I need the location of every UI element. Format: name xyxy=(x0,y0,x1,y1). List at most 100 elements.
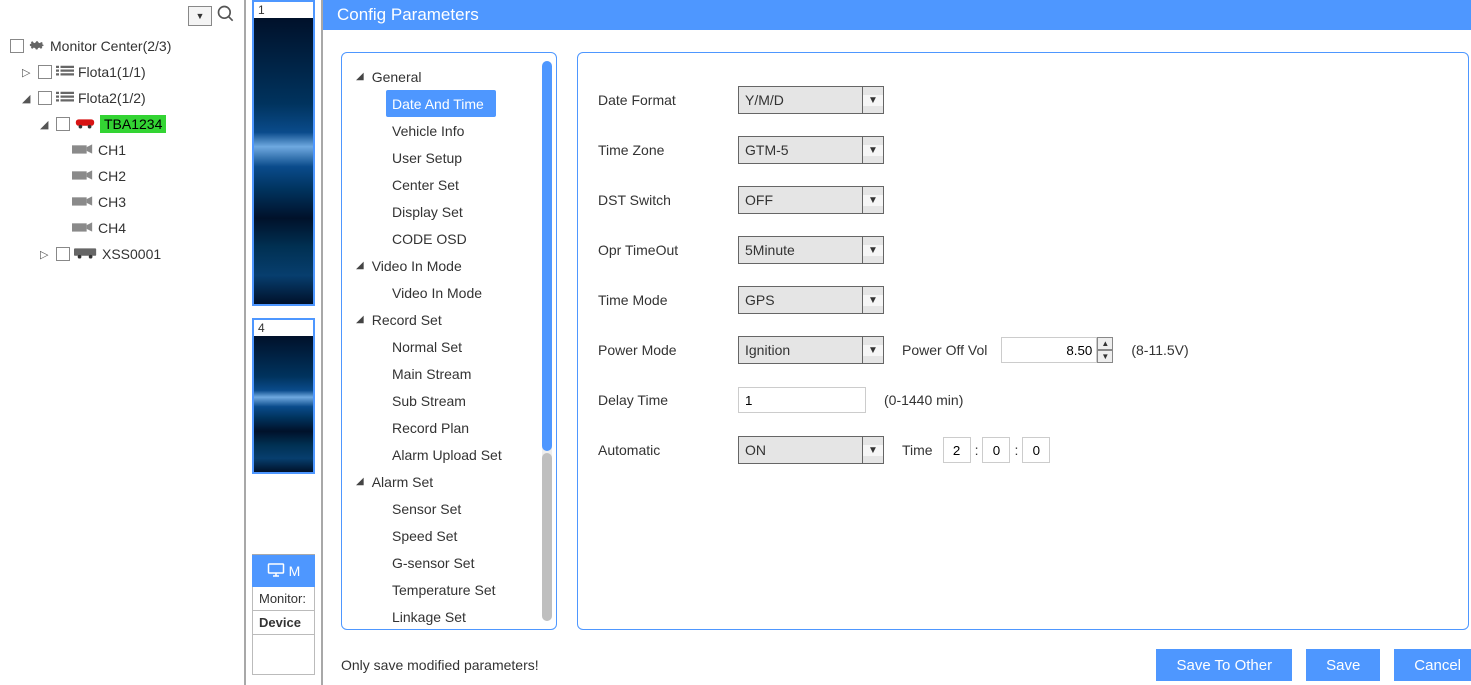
thumbnail[interactable]: 1 xyxy=(252,0,315,306)
checkbox[interactable] xyxy=(56,247,70,261)
search-icon[interactable] xyxy=(216,4,236,27)
label-power-off-vol: Power Off Vol xyxy=(902,342,987,358)
tree-root[interactable]: Monitor Center(2/3) xyxy=(10,33,240,59)
nav-item-center-set[interactable]: Center Set xyxy=(356,171,550,198)
select-automatic[interactable]: ON▼ xyxy=(738,436,884,464)
tree-label: CH2 xyxy=(98,168,126,184)
tree-vehicle[interactable]: ◢ TBA1234 xyxy=(10,111,240,137)
tab-label: M xyxy=(289,563,301,579)
tree-label: CH3 xyxy=(98,194,126,210)
chevron-down-icon: ▼ xyxy=(863,445,883,456)
nav-group-record-set[interactable]: ◢Record Set xyxy=(356,306,550,333)
nav-item-sub-stream[interactable]: Sub Stream xyxy=(356,387,550,414)
tree-label: TBA1234 xyxy=(100,115,166,133)
tab-monitor-row[interactable]: Monitor: xyxy=(252,587,315,611)
nav-item-gsensor-set[interactable]: G-sensor Set xyxy=(356,549,550,576)
spinner-down[interactable]: ▼ xyxy=(1097,350,1113,363)
tree-channel[interactable]: CH1 xyxy=(10,137,240,163)
label-dst: DST Switch xyxy=(598,192,738,208)
nav-item-record-plan[interactable]: Record Plan xyxy=(356,414,550,441)
select-time-mode[interactable]: GPS▼ xyxy=(738,286,884,314)
camera-icon xyxy=(72,168,94,184)
save-note: Only save modified parameters! xyxy=(341,657,1142,673)
chevron-down-icon: ▼ xyxy=(863,295,883,306)
input-time-m[interactable] xyxy=(982,437,1010,463)
nav-item-user-setup[interactable]: User Setup xyxy=(356,144,550,171)
caret-right-icon[interactable]: ▷ xyxy=(40,248,52,261)
tree-fleet[interactable]: ◢ Flota2(1/2) xyxy=(10,85,240,111)
tree-vehicle[interactable]: ▷ XSS0001 xyxy=(10,241,240,267)
select-opr-timeout[interactable]: 5Minute▼ xyxy=(738,236,884,264)
save-to-other-button[interactable]: Save To Other xyxy=(1156,649,1292,681)
camera-icon xyxy=(72,194,94,210)
cancel-button[interactable]: Cancel xyxy=(1394,649,1471,681)
nav-item-display-set[interactable]: Display Set xyxy=(356,198,550,225)
nav-item-temperature-set[interactable]: Temperature Set xyxy=(356,576,550,603)
input-time-h[interactable] xyxy=(943,437,971,463)
label-delay-time: Delay Time xyxy=(598,392,738,408)
nav-item-date-time[interactable]: Date And Time xyxy=(386,90,496,117)
select-timezone[interactable]: GTM-5▼ xyxy=(738,136,884,164)
tree-channel[interactable]: CH4 xyxy=(10,215,240,241)
chevron-down-icon: ▼ xyxy=(863,145,883,156)
thumbnail[interactable]: 4 xyxy=(252,318,315,474)
save-button[interactable]: Save xyxy=(1306,649,1380,681)
input-power-off-vol[interactable] xyxy=(1001,337,1097,363)
bus-icon xyxy=(74,246,98,262)
nav-item-normal-set[interactable]: Normal Set xyxy=(356,333,550,360)
checkbox[interactable] xyxy=(38,91,52,105)
checkbox[interactable] xyxy=(38,65,52,79)
list-icon xyxy=(56,64,74,81)
monitor-icon xyxy=(267,562,285,581)
caret-down-icon[interactable]: ◢ xyxy=(22,92,34,105)
tree-label: Flota1(1/1) xyxy=(78,64,146,80)
nav-item-main-stream[interactable]: Main Stream xyxy=(356,360,550,387)
nav-item-alarm-upload[interactable]: Alarm Upload Set xyxy=(356,441,550,468)
hint-delay-time: (0-1440 min) xyxy=(884,392,963,408)
label-automatic: Automatic xyxy=(598,442,738,458)
input-time-s[interactable] xyxy=(1022,437,1050,463)
label-time: Time xyxy=(902,442,933,458)
select-dst[interactable]: OFF▼ xyxy=(738,186,884,214)
config-nav: ◢General Date And Time Vehicle Info User… xyxy=(341,52,557,630)
nav-group-video-in[interactable]: ◢Video In Mode xyxy=(356,252,550,279)
nav-item-code-osd[interactable]: CODE OSD xyxy=(356,225,550,252)
label-timezone: Time Zone xyxy=(598,142,738,158)
list-icon xyxy=(56,90,74,107)
nav-item-linkage-set[interactable]: Linkage Set xyxy=(356,603,550,630)
checkbox[interactable] xyxy=(10,39,24,53)
select-date-format[interactable]: Y/M/D▼ xyxy=(738,86,884,114)
nav-group-general[interactable]: ◢General xyxy=(356,63,550,90)
scrollbar[interactable] xyxy=(542,61,552,621)
thumbnail-label: 1 xyxy=(254,2,313,18)
hint-power-off-vol: (8-11.5V) xyxy=(1131,342,1188,358)
tab-empty xyxy=(252,635,315,675)
nav-item-vehicle-info[interactable]: Vehicle Info xyxy=(356,117,550,144)
caret-right-icon[interactable]: ▷ xyxy=(22,66,34,79)
tab-device-row[interactable]: Device xyxy=(252,611,315,635)
tree-label: CH4 xyxy=(98,220,126,236)
tree-channel[interactable]: CH3 xyxy=(10,189,240,215)
chevron-down-icon: ▼ xyxy=(863,195,883,206)
spinner-up[interactable]: ▲ xyxy=(1097,337,1113,350)
nav-item-speed-set[interactable]: Speed Set xyxy=(356,522,550,549)
gear-icon xyxy=(28,36,46,57)
checkbox[interactable] xyxy=(56,117,70,131)
chevron-down-icon: ▼ xyxy=(863,345,883,356)
nav-item-sensor-set[interactable]: Sensor Set xyxy=(356,495,550,522)
chevron-down-icon: ▼ xyxy=(863,95,883,106)
caret-down-icon[interactable]: ◢ xyxy=(40,118,52,131)
label-time-mode: Time Mode xyxy=(598,292,738,308)
tree-fleet[interactable]: ▷ Flota1(1/1) xyxy=(10,59,240,85)
input-delay-time[interactable] xyxy=(738,387,866,413)
select-power-mode[interactable]: Ignition▼ xyxy=(738,336,884,364)
nav-group-alarm-set[interactable]: ◢Alarm Set xyxy=(356,468,550,495)
thumbnail-preview xyxy=(254,336,313,472)
label-opr-timeout: Opr TimeOut xyxy=(598,242,738,258)
label-date-format: Date Format xyxy=(598,92,738,108)
nav-item-video-in-mode[interactable]: Video In Mode xyxy=(356,279,550,306)
tree-label: Flota2(1/2) xyxy=(78,90,146,106)
filter-dropdown[interactable]: ▼ xyxy=(188,6,212,26)
tab-monitor[interactable]: M xyxy=(252,555,315,587)
tree-channel[interactable]: CH2 xyxy=(10,163,240,189)
